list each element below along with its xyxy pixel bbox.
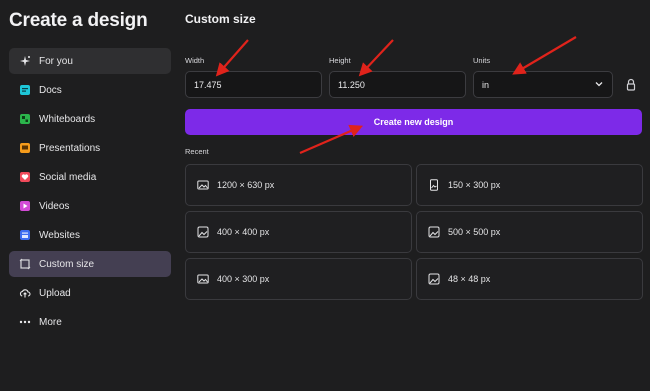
sidebar-item-social-media[interactable]: Social media — [9, 164, 171, 190]
create-new-design-button[interactable]: Create new design — [185, 109, 642, 135]
sidebar-item-label: Videos — [39, 200, 70, 212]
recent-design-label: 150 × 300 px — [448, 180, 501, 190]
docs-icon — [19, 84, 31, 96]
recent-design-label: 400 × 400 px — [217, 227, 270, 237]
image-icon — [197, 226, 209, 238]
presentation-icon — [19, 142, 31, 154]
sidebar-item-presentations[interactable]: Presentations — [9, 135, 171, 161]
image-icon — [428, 226, 440, 238]
height-label: Height — [329, 56, 351, 65]
sidebar-item-docs[interactable]: Docs — [9, 77, 171, 103]
sidebar-item-label: Social media — [39, 171, 97, 183]
sidebar-item-for-you[interactable]: For you — [9, 48, 171, 74]
sidebar-item-label: Presentations — [39, 142, 101, 154]
whiteboard-icon — [19, 113, 31, 125]
units-label: Units — [473, 56, 491, 65]
width-label: Width — [185, 56, 205, 65]
recent-design-label: 48 × 48 px — [448, 274, 491, 284]
upload-cloud-icon — [19, 287, 31, 299]
height-input[interactable]: 11.250 — [329, 71, 466, 98]
recent-design-label: 1200 × 630 px — [217, 180, 275, 190]
recent-design-card[interactable]: 150 × 300 px — [416, 164, 643, 206]
sidebar-item-websites[interactable]: Websites — [9, 222, 171, 248]
sidebar-item-whiteboards[interactable]: Whiteboards — [9, 106, 171, 132]
sidebar-item-label: Custom size — [39, 258, 95, 270]
website-icon — [19, 229, 31, 241]
portrait-image-icon — [428, 179, 440, 191]
sidebar-item-label: Whiteboards — [39, 113, 96, 125]
recent-design-label: 500 × 500 px — [448, 227, 501, 237]
sidebar-item-label: More — [39, 316, 62, 328]
sidebar-item-label: For you — [39, 55, 73, 67]
sidebar: Create a design For you Docs Whiteboards… — [0, 0, 178, 391]
custom-size-panel: Custom size Width 17.475 Height 11.250 U… — [185, 0, 645, 391]
video-icon — [19, 200, 31, 212]
lock-icon[interactable] — [625, 78, 637, 92]
image-icon — [428, 273, 440, 285]
sidebar-nav: For you Docs Whiteboards Presentations S… — [9, 48, 171, 338]
width-input[interactable]: 17.475 — [185, 71, 322, 98]
more-dots-icon — [19, 316, 31, 328]
sidebar-item-upload[interactable]: Upload — [9, 280, 171, 306]
units-select[interactable]: in — [473, 71, 613, 98]
landscape-image-icon — [197, 179, 209, 191]
sidebar-item-label: Docs — [39, 84, 62, 96]
recent-design-card[interactable]: 400 × 300 px — [185, 258, 412, 300]
recent-design-card[interactable]: 400 × 400 px — [185, 211, 412, 253]
sidebar-item-videos[interactable]: Videos — [9, 193, 171, 219]
recent-design-card[interactable]: 48 × 48 px — [416, 258, 643, 300]
custom-size-icon — [19, 258, 31, 270]
width-value: 17.475 — [194, 79, 222, 90]
recent-design-label: 400 × 300 px — [217, 274, 270, 284]
recent-design-card[interactable]: 1200 × 630 px — [185, 164, 412, 206]
sidebar-title: Create a design — [9, 10, 148, 31]
units-value: in — [482, 79, 490, 90]
chevron-down-icon — [594, 79, 604, 91]
sidebar-item-label: Websites — [39, 229, 80, 241]
recent-design-card[interactable]: 500 × 500 px — [416, 211, 643, 253]
recent-label: Recent — [185, 147, 209, 156]
height-value: 11.250 — [338, 79, 365, 90]
landscape-image-icon — [197, 273, 209, 285]
sidebar-item-custom-size[interactable]: Custom size — [9, 251, 171, 277]
panel-title: Custom size — [185, 12, 256, 26]
sidebar-item-more[interactable]: More — [9, 309, 171, 335]
heart-icon — [19, 171, 31, 183]
sidebar-item-label: Upload — [39, 287, 71, 299]
sparkle-icon — [19, 55, 31, 67]
